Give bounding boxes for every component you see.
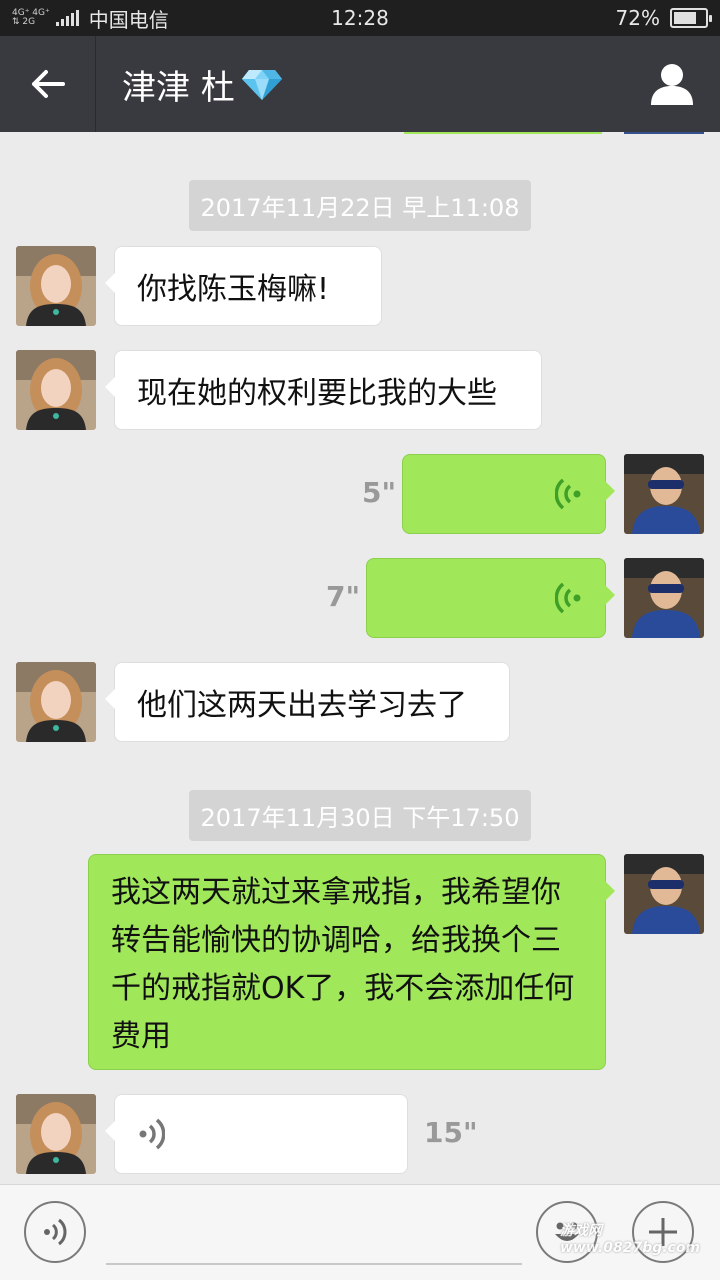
battery-icon xyxy=(670,8,712,28)
previous-bubble-edge xyxy=(404,132,602,134)
voice-wave-icon xyxy=(139,1118,165,1150)
signal-icon xyxy=(55,10,79,26)
message-bubble-received[interactable]: 他们这两天出去学习去了 xyxy=(105,662,510,742)
chat-header: 津津 杜 xyxy=(0,36,720,132)
voice-wave-icon xyxy=(555,478,581,510)
my-avatar[interactable] xyxy=(624,454,704,534)
woman-avatar-image xyxy=(16,350,96,430)
man-avatar-image xyxy=(624,454,704,534)
back-button[interactable] xyxy=(0,36,96,132)
voice-message-sent[interactable] xyxy=(366,558,615,638)
voice-message-sent[interactable] xyxy=(402,454,615,534)
message-list[interactable]: 2017年11月22日 早上11:08 你找陈玉梅嘛! 现在她的权利要比我的大些… xyxy=(0,132,720,1184)
voice-wave-icon xyxy=(555,582,581,614)
previous-avatar-edge xyxy=(624,132,704,134)
message-bubble-received[interactable]: 现在她的权利要比我的大些 xyxy=(105,350,542,430)
timestamp-divider: 2017年11月30日 下午17:50 xyxy=(0,790,720,841)
battery-percent: 72% xyxy=(615,6,660,30)
message-input[interactable] xyxy=(106,1263,522,1265)
voice-duration: 7" xyxy=(326,580,361,613)
my-avatar[interactable] xyxy=(624,558,704,638)
chat-title: 津津 杜 xyxy=(122,60,283,109)
person-icon xyxy=(651,64,693,105)
voice-duration: 5" xyxy=(362,476,397,509)
voice-input-toggle-button[interactable] xyxy=(24,1201,86,1263)
carrier-name: 中国电信 xyxy=(88,7,169,32)
contact-name: 津津 杜 xyxy=(122,67,235,108)
contact-avatar[interactable] xyxy=(16,1094,96,1174)
message-text: 现在她的权利要比我的大些 xyxy=(137,376,497,411)
woman-avatar-image xyxy=(16,246,96,326)
status-bar: 4G⁺ 4G⁺ ⇅ 2G 中国电信 12:28 72% xyxy=(0,0,720,36)
timestamp-divider: 2017年11月22日 早上11:08 xyxy=(0,180,720,231)
contact-avatar[interactable] xyxy=(16,662,96,742)
my-avatar[interactable] xyxy=(624,854,704,934)
watermark: 游戏网 www.0827bg.com xyxy=(560,1223,701,1256)
man-avatar-image xyxy=(624,854,704,934)
contact-avatar[interactable] xyxy=(16,350,96,430)
voice-message-received[interactable] xyxy=(105,1094,408,1174)
woman-avatar-image xyxy=(16,662,96,742)
voice-duration: 15" xyxy=(424,1116,478,1149)
message-text: 我这两天就过来拿戒指，我希望你 转告能愉快的协调哈，给我换个三 千的戒指就OK了… xyxy=(111,875,575,1054)
network-type-indicator: 4G⁺ 4G⁺ ⇅ 2G xyxy=(12,8,50,27)
diamond-icon xyxy=(241,70,282,100)
back-arrow-icon xyxy=(31,70,65,98)
message-bubble-sent[interactable]: 我这两天就过来拿戒指，我希望你 转告能愉快的协调哈，给我换个三 千的戒指就OK了… xyxy=(88,854,615,1070)
contact-avatar[interactable] xyxy=(16,246,96,326)
voice-icon xyxy=(44,1218,67,1246)
contact-profile-button[interactable] xyxy=(624,36,720,132)
message-text: 他们这两天出去学习去了 xyxy=(137,688,467,723)
message-text: 你找陈玉梅嘛! xyxy=(137,272,330,307)
woman-avatar-image xyxy=(16,1094,96,1174)
message-bubble-received[interactable]: 你找陈玉梅嘛! xyxy=(105,246,382,326)
man-avatar-image xyxy=(624,558,704,638)
